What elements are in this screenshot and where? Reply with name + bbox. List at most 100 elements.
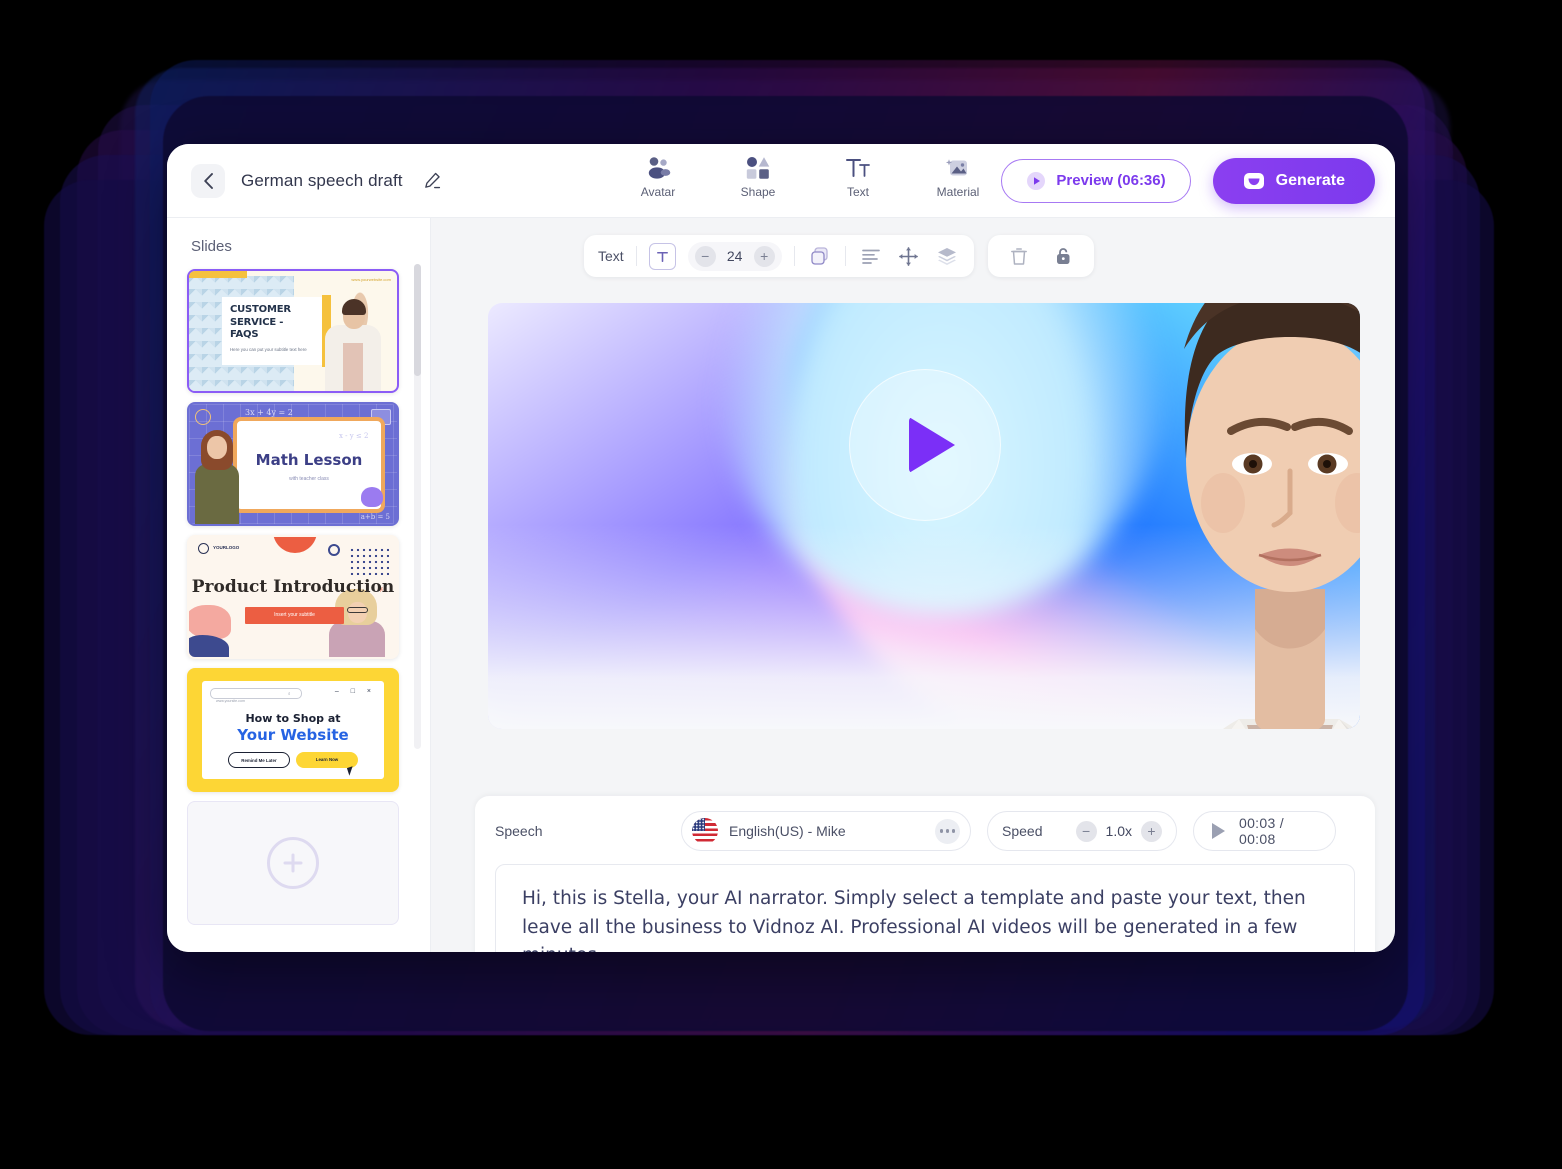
slide3-dots [349,547,389,575]
layers-button[interactable] [934,243,960,269]
slide4-window-controls: – □ × [334,688,376,695]
generate-button[interactable]: Generate [1212,157,1375,204]
slide1-card: CUSTOMER SERVICE - FAQS Here you can put… [222,297,322,365]
voice-name: English(US) - Mike [729,823,846,839]
playback-time[interactable]: 00:03 / 00:08 [1193,811,1336,851]
delete-button[interactable] [1006,243,1032,269]
text-tt-icon [846,159,870,177]
font-size-increase[interactable]: + [753,245,775,267]
text-box-icon [656,251,668,262]
slide4-button-learn: Learn Now [296,752,358,768]
speech-settings-row: Speech English(US) - Mike Speed − 1.0x +… [495,810,1355,852]
align-left-icon [861,249,880,264]
editor-area: Text − 24 + Speech English(US) - Mike Sp… [431,218,1395,952]
edit-title-button[interactable] [423,171,442,190]
slide2-person-face [209,436,225,447]
preview-label: Preview (06:36) [1056,172,1166,189]
app-window: German speech draft Avatar Shape Text Ma… [167,144,1395,952]
slide4-browser: www.yoursite.com ⌕ – □ × How to Shop at … [202,681,384,779]
time-display: 00:03 / 00:08 [1239,815,1284,847]
slide2-title: Math Lesson [255,451,363,469]
slide4-cursor-icon [346,766,356,776]
slide3-person-glasses [347,607,368,613]
slides-panel: Slides www.yourwebsite.com CUSTOMER SERV… [167,218,431,952]
speech-panel: Speech English(US) - Mike Speed − 1.0x +… [475,796,1375,952]
slide2-eq1: 3x + 4y = 2 [245,408,293,417]
chevron-left-icon [203,172,213,189]
add-circle [267,837,319,889]
align-button[interactable] [858,243,884,269]
text-toolbar-main: Text − 24 + [584,235,974,277]
play-button[interactable] [849,369,1001,521]
text-color-button[interactable] [807,243,833,269]
slides-list: www.yourwebsite.com CUSTOMER SERVICE - F… [167,269,430,925]
speed-value: 1.0x [1105,823,1132,839]
back-button[interactable] [191,163,225,198]
slide-thumb-1[interactable]: www.yourwebsite.com CUSTOMER SERVICE - F… [187,269,399,393]
video-preview-canvas[interactable] [488,303,1360,729]
slide2-eq3: a+b = 5 [360,513,390,521]
slides-panel-title: Slides [191,238,232,255]
divider [793,246,795,266]
slide-thumb-2[interactable]: 3x + 4y = 2 Math Lesson with teacher cla… [187,402,399,526]
move-arrows-icon [899,246,919,266]
speed-control: Speed − 1.0x + [987,811,1177,851]
color-swatch-icon [811,247,828,265]
us-flag-icon [692,818,718,844]
speed-decrease[interactable]: − [1075,820,1097,842]
slide1-title-l1: CUSTOMER [230,304,291,315]
text-format-toolbar: Text − 24 + [584,235,1094,277]
lock-button[interactable] [1050,243,1076,269]
top-bar-actions: Preview (06:36) Generate [1001,157,1375,204]
preview-button[interactable]: Preview (06:36) [1001,158,1191,203]
slides-scrollbar-thumb[interactable] [414,264,421,376]
avatar-people-icon [648,157,671,179]
slide3-person-body [329,621,385,657]
tool-shape[interactable]: Shape [722,156,794,199]
slide1-url: www.yourwebsite.com [351,277,391,282]
tool-material[interactable]: Material [922,156,994,199]
sparkle-logo-icon [1243,172,1264,189]
text-type-label: Text [598,248,624,264]
slide3-circle [328,544,340,556]
play-circle-icon [1027,171,1046,190]
tool-avatar[interactable]: Avatar [622,156,694,199]
text-toolbar-actions [987,235,1094,277]
font-size-decrease[interactable]: − [694,245,716,267]
play-triangle-icon [1212,823,1225,839]
slide-thumb-4[interactable]: www.yoursite.com ⌕ – □ × How to Shop at … [187,668,399,792]
position-button[interactable] [896,243,922,269]
slide3-arc [273,537,317,553]
slide1-subtitle: Here you can put your subtitle text here [230,346,307,352]
pencil-icon [424,172,440,189]
slide-thumb-3[interactable]: YOURLOGO ✳ Product Introduction Insert y… [187,535,399,659]
slide2-clip-icon [361,487,383,507]
voice-more-button[interactable] [935,818,960,844]
slide4-title-l1: How to Shop at [245,712,341,725]
slide2-person-body [195,464,239,524]
speech-label: Speech [495,823,543,839]
tool-avatar-label: Avatar [640,185,676,199]
speech-script-input[interactable]: Hi, this is Stella, your AI narrator. Si… [495,864,1355,952]
slide1-accent-bar [189,271,247,278]
divider [844,246,846,266]
plus-icon [283,853,303,873]
speed-label: Speed [1002,823,1043,839]
slide3-blob-pink [189,605,231,639]
speed-increase[interactable]: + [1141,820,1162,842]
font-style-button[interactable] [648,242,676,270]
tool-text[interactable]: Text [822,156,894,199]
slide2-subtitle: with teacher class [289,476,329,482]
slide4-button-remind: Remind Me Later [228,752,290,768]
play-triangle-icon [909,417,955,473]
layers-icon [937,248,956,265]
slide3-logo-mark [198,543,209,554]
screenshot-root: German speech draft Avatar Shape Text Ma… [0,0,1562,1169]
voice-select[interactable]: English(US) - Mike [681,811,971,851]
slide4-title-l2: Your Website [237,726,349,744]
lock-open-icon [1056,248,1070,264]
add-slide-button[interactable] [187,801,399,925]
font-size-stepper: − 24 + [687,241,782,271]
top-bar: German speech draft Avatar Shape Text Ma… [167,144,1395,218]
slide3-logo-text: YOURLOGO [213,545,240,550]
